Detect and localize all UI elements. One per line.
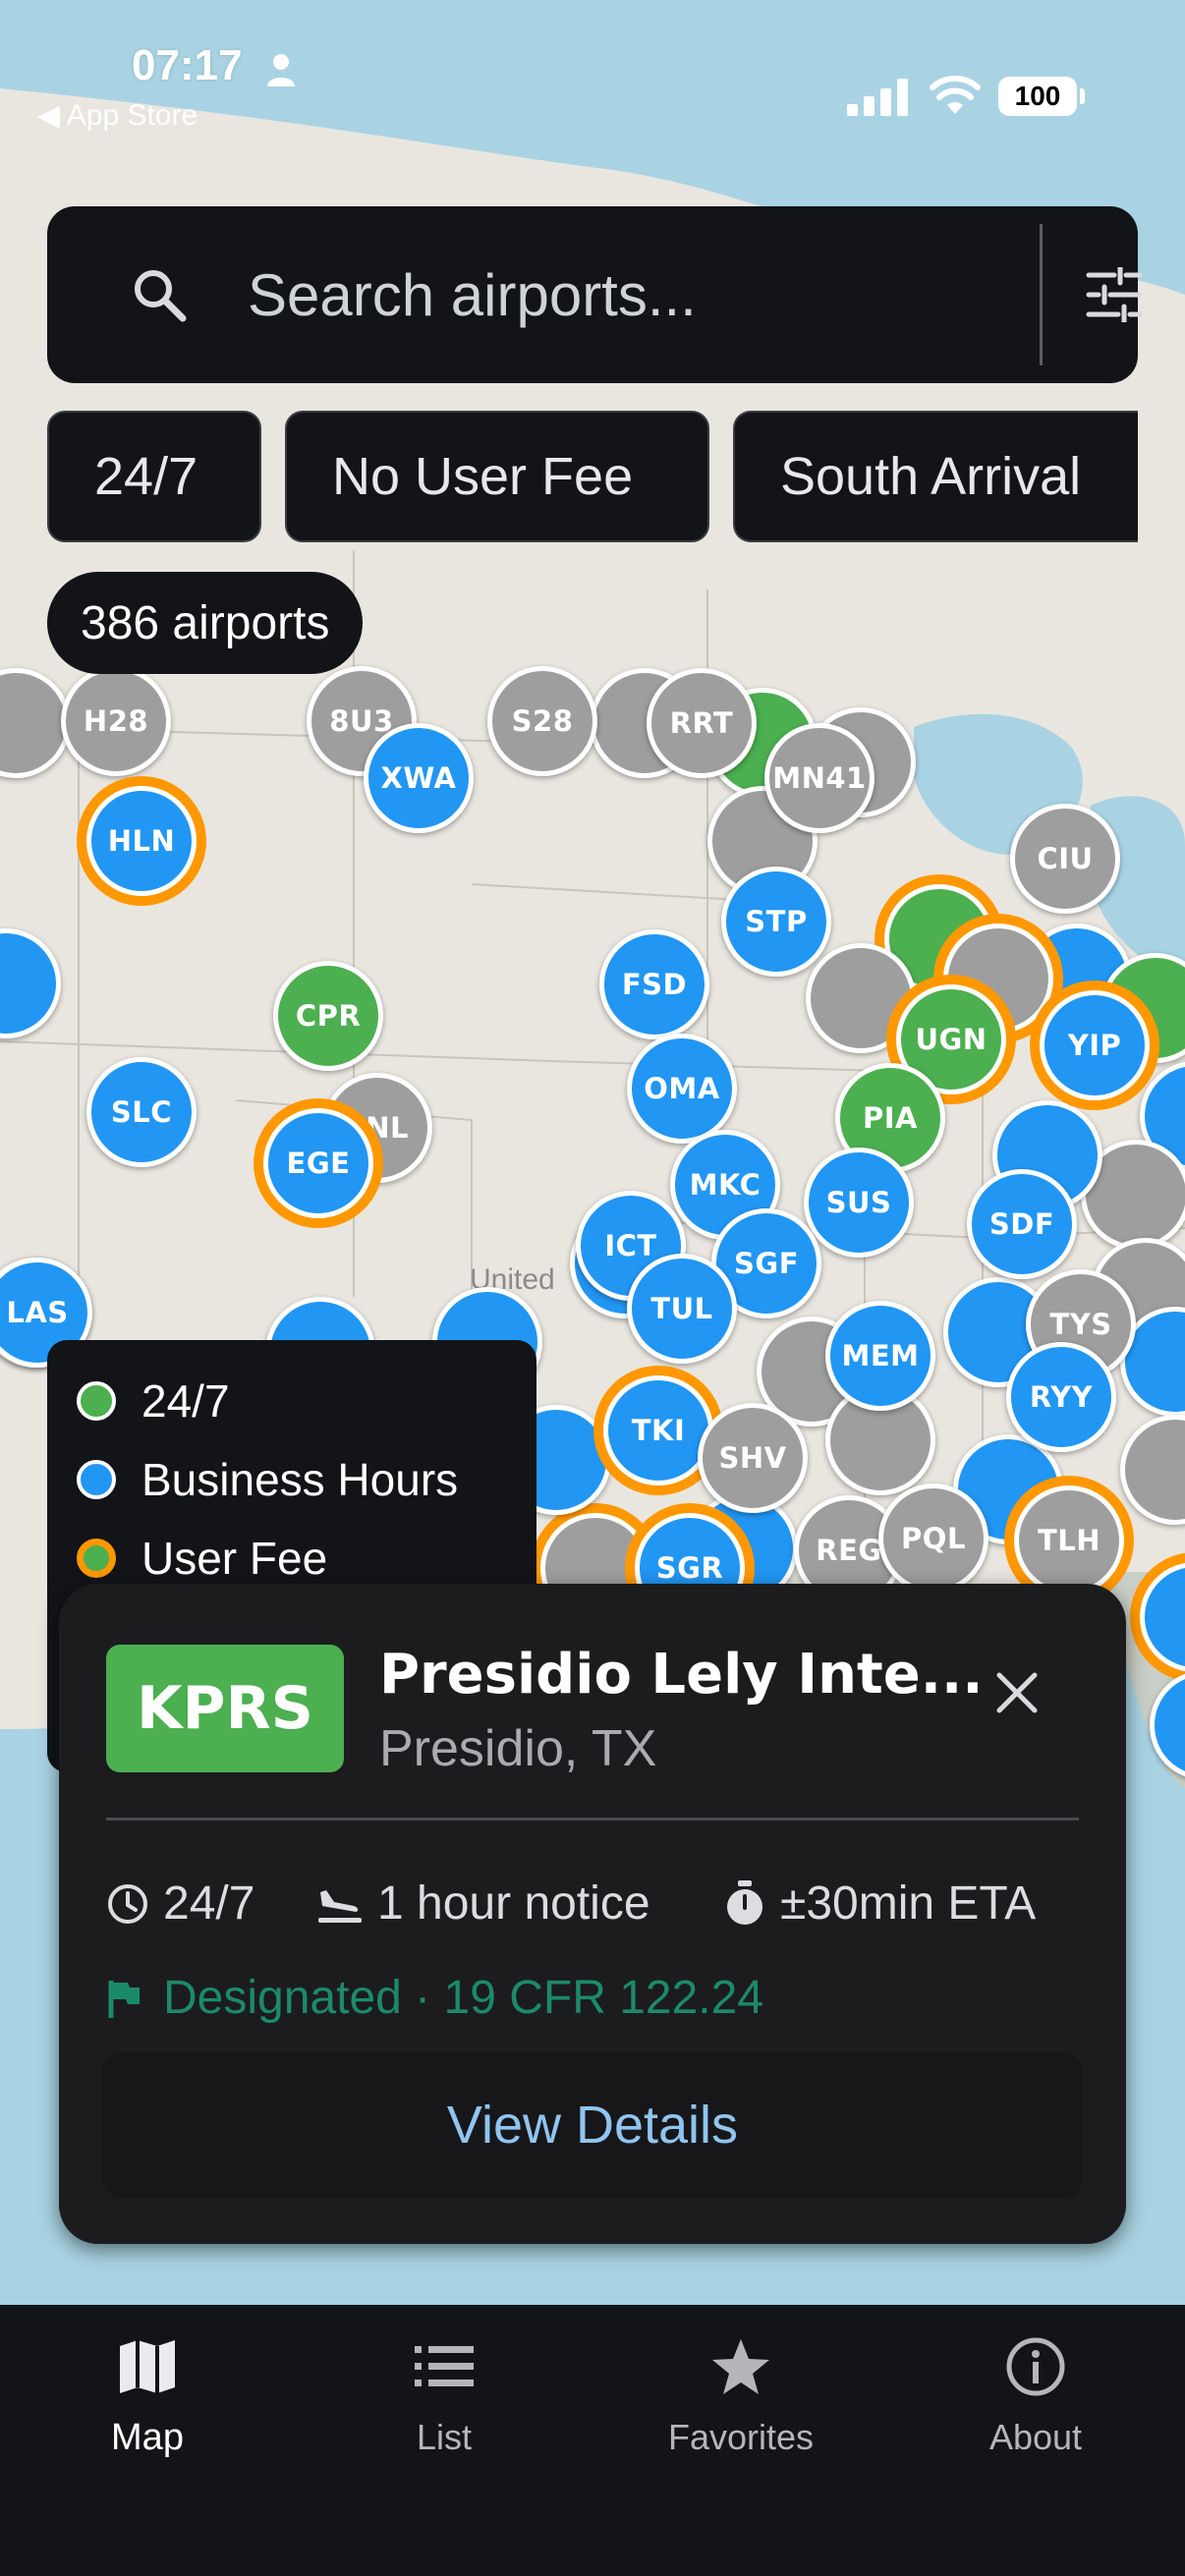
plane-landing-icon: [318, 1889, 362, 1923]
star-icon: [712, 2339, 769, 2394]
legend-dot-fee-ring: [77, 1539, 116, 1578]
map-pin-sdf[interactable]: SDF: [967, 1169, 1077, 1279]
close-card-button[interactable]: [973, 1649, 1061, 1737]
sliders-icon: [1086, 267, 1143, 322]
map-pin-tul[interactable]: TUL: [627, 1254, 737, 1364]
legend-dot-green: [77, 1381, 116, 1421]
map-pin-pql[interactable]: PQL: [878, 1484, 988, 1594]
map-pin-s28[interactable]: S28: [487, 666, 597, 776]
filter-chip-no-user-fee[interactable]: No User Fee: [285, 411, 709, 542]
list-icon: [415, 2346, 474, 2386]
airport-name: Presidio Lely Inte...: [379, 1643, 984, 1707]
tab-map[interactable]: Map: [39, 2332, 255, 2480]
airport-detail-card: KPRS Presidio Lely Inte... Presidio, TX …: [59, 1584, 1126, 2244]
airport-code-badge: KPRS: [106, 1645, 344, 1772]
notice-label: 1 hour notice: [377, 1877, 650, 1930]
map-pin-fsd[interactable]: FSD: [599, 929, 709, 1039]
battery-cap: [1080, 88, 1085, 104]
card-divider: [106, 1818, 1079, 1820]
legend-label: 24/7: [141, 1375, 230, 1427]
map-pin-xwa[interactable]: XWA: [364, 723, 474, 833]
map-pin-ryy[interactable]: RYY: [1006, 1342, 1116, 1452]
person-icon: [267, 54, 295, 86]
map-pin-shv[interactable]: SHV: [698, 1403, 808, 1513]
tab-about[interactable]: About: [928, 2332, 1144, 2480]
tab-list[interactable]: List: [336, 2332, 552, 2480]
hours-label: 24/7: [163, 1877, 255, 1930]
legend-label: Business Hours: [141, 1454, 459, 1505]
tab-map-label: Map: [111, 2417, 184, 2458]
map-pin-mn41[interactable]: MN41: [764, 723, 875, 833]
tab-about-label: About: [988, 2417, 1083, 2457]
flag-icon: [108, 1980, 140, 2018]
status-bar: 07:17 ◀ App Store 100: [0, 0, 1185, 138]
stopwatch-icon: [727, 1879, 762, 1925]
wifi-icon: [930, 76, 981, 114]
close-icon: [996, 1672, 1038, 1713]
airport-location: Presidio, TX: [379, 1720, 657, 1777]
legend-dot-blue: [77, 1460, 116, 1499]
map-pin-ciu[interactable]: CIU: [1010, 804, 1120, 914]
map-pin-mem[interactable]: MEM: [825, 1301, 935, 1411]
designation-info: Designated · 19 CFR 122.24: [108, 1971, 763, 2025]
airport-count-badge: 386 airports: [47, 572, 364, 674]
search-divider: [1040, 224, 1043, 365]
tab-favorites[interactable]: Favorites: [633, 2332, 849, 2480]
eta-info: ±30min ETA: [723, 1876, 1036, 1931]
clock-icon: [108, 1883, 147, 1924]
search-icon: [135, 270, 187, 322]
legend-item-business-hours: Business Hours: [77, 1440, 507, 1519]
map-pin-yip[interactable]: YIP: [1040, 990, 1150, 1100]
designation-label: Designated · 19 CFR 122.24: [163, 1972, 764, 2024]
notice-info: 1 hour notice: [316, 1876, 650, 1931]
cellular-signal-icon: [847, 79, 908, 116]
map-pin-slc[interactable]: SLC: [86, 1057, 197, 1167]
info-icon: [1006, 2337, 1065, 2396]
map-icon: [120, 2340, 175, 2393]
map-pin-oma[interactable]: OMA: [627, 1034, 737, 1144]
map-pin-h28[interactable]: H28: [61, 666, 171, 776]
filter-chip-24-7[interactable]: 24/7: [47, 411, 261, 542]
map-pin-sus[interactable]: SUS: [804, 1148, 914, 1258]
map-pin-cpr[interactable]: CPR: [273, 961, 383, 1071]
filter-chip-south-arrival[interactable]: South Arrival: [733, 411, 1138, 542]
filter-settings-button[interactable]: [1069, 255, 1159, 334]
search-bar: [47, 206, 1143, 383]
legend-label: User Fee: [141, 1533, 328, 1584]
back-to-app-store[interactable]: ◀ App Store: [37, 98, 198, 133]
map-pin-tlh[interactable]: TLH: [1014, 1485, 1124, 1596]
map-pin-tki[interactable]: TKI: [603, 1375, 713, 1485]
map-pin-ege[interactable]: EGE: [263, 1108, 373, 1218]
legend-item-24-7: 24/7: [77, 1362, 507, 1440]
bottom-tab-bar: Map List Favorites About: [0, 2305, 1185, 2576]
hours-info: 24/7: [106, 1876, 254, 1931]
map-pin-rrt[interactable]: RRT: [647, 668, 757, 778]
map-pin-hln[interactable]: HLN: [86, 786, 197, 896]
status-time: 07:17: [132, 41, 243, 89]
tab-list-label: List: [416, 2417, 473, 2457]
view-details-button[interactable]: View Details: [102, 2051, 1083, 2199]
map-pin-stp[interactable]: STP: [721, 867, 831, 977]
tab-favorites-label: Favorites: [667, 2417, 815, 2457]
battery-indicator: 100: [998, 77, 1077, 116]
search-input[interactable]: [248, 255, 1014, 334]
eta-label: ±30min ETA: [780, 1877, 1037, 1930]
